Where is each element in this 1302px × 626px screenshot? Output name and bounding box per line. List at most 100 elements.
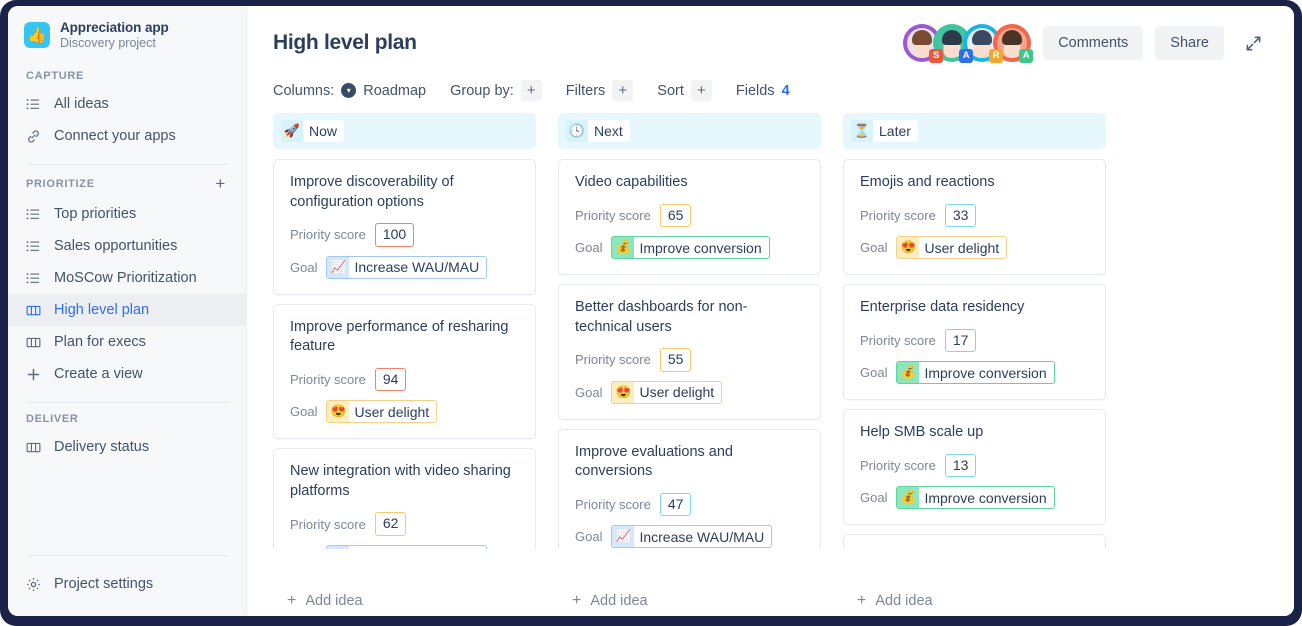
- expand-icon[interactable]: [1238, 28, 1268, 58]
- priority-score-value: 17: [945, 329, 977, 353]
- avatar-initial-badge: S: [929, 49, 943, 63]
- sidebar-item-label: Project settings: [54, 576, 153, 592]
- project-header[interactable]: 👍 Appreciation app Discovery project: [8, 6, 246, 60]
- filters-control[interactable]: Filters +: [566, 80, 633, 101]
- priority-score-label: Priority score: [290, 227, 366, 242]
- goal-emoji-icon: 💰: [897, 362, 919, 383]
- add-idea-button[interactable]: +Add idea: [273, 583, 536, 609]
- idea-card[interactable]: Improve discoverability of configuration…: [273, 159, 536, 295]
- column-cards: Improve discoverability of configuration…: [273, 159, 536, 549]
- idea-title: Explore viral growth loops: [860, 548, 1089, 549]
- idea-title: Improve discoverability of configuration…: [290, 173, 519, 212]
- sidebar-section-header: PRIORITIZE+: [8, 165, 246, 198]
- share-button[interactable]: Share: [1155, 26, 1224, 60]
- top-bar: High level plan SARA Comments Share: [247, 6, 1294, 66]
- idea-card[interactable]: Video capabilitiesPriority score65Goal💰I…: [558, 159, 821, 275]
- sort-add-icon[interactable]: +: [691, 80, 712, 101]
- goal-name: Increase WAU/MAU: [349, 259, 486, 275]
- sidebar-item-create-a-view[interactable]: Create a view: [8, 358, 246, 390]
- goal-row: Goal📈Increase WAU/MAU: [290, 545, 519, 549]
- sidebar-section-header: DELIVER: [8, 403, 246, 431]
- goal-label: Goal: [290, 260, 317, 275]
- board-column: 🚀Now Improve discoverability of configura…: [273, 113, 536, 549]
- priority-score-value: 13: [945, 454, 977, 478]
- sidebar-item-connect-your-apps[interactable]: Connect your apps: [8, 120, 246, 152]
- goal-chip: 💰Improve conversion: [611, 236, 769, 259]
- filters-add-icon[interactable]: +: [612, 80, 633, 101]
- goal-emoji-icon: 😍: [612, 382, 634, 403]
- goal-chip: 📈Increase WAU/MAU: [611, 525, 772, 548]
- idea-card[interactable]: Help SMB scale upPriority score13Goal💰Im…: [843, 409, 1106, 525]
- priority-score-value: 62: [375, 512, 407, 536]
- idea-card[interactable]: Better dashboards for non-technical user…: [558, 284, 821, 420]
- filter-bar: Columns: ▾ Roadmap Group by: + Filters +…: [247, 66, 1294, 113]
- idea-card[interactable]: Emojis and reactionsPriority score33Goal…: [843, 159, 1106, 275]
- sidebar-item-label: Delivery status: [54, 439, 149, 455]
- sort-control[interactable]: Sort +: [657, 80, 712, 101]
- comments-button[interactable]: Comments: [1043, 26, 1143, 60]
- group-by-control[interactable]: Group by: +: [450, 80, 542, 101]
- board: 🚀Now Improve discoverability of configura…: [247, 113, 1294, 549]
- collaborator-avatars[interactable]: SARA: [903, 24, 1031, 62]
- board-column: 🕓NextVideo capabilitiesPriority score65G…: [558, 113, 821, 549]
- goal-chip: 📈Increase WAU/MAU: [326, 256, 487, 279]
- main-content: High level plan SARA Comments Share Colu: [247, 6, 1294, 616]
- list-icon: [26, 207, 41, 222]
- priority-score-value: 33: [945, 204, 977, 228]
- priority-score-value: 47: [660, 493, 692, 517]
- sidebar-item-plan-for-execs[interactable]: Plan for execs: [8, 326, 246, 358]
- list-icon: [26, 271, 41, 286]
- priority-score-label: Priority score: [575, 352, 651, 367]
- columns-label: Columns:: [273, 83, 334, 99]
- priority-score-row: Priority score17: [860, 329, 1089, 353]
- sidebar-item-project-settings[interactable]: Project settings: [8, 568, 246, 600]
- sidebar-item-label: All ideas: [54, 96, 109, 112]
- goal-emoji-icon: 💰: [612, 237, 634, 258]
- column-chip: ⏳Later: [851, 120, 918, 142]
- column-header[interactable]: 🚀Now: [273, 113, 536, 149]
- goal-chip: 😍User delight: [611, 381, 722, 404]
- sidebar-item-sales-opportunities[interactable]: Sales opportunities: [8, 230, 246, 262]
- column-emoji-icon: 🕓: [566, 120, 588, 142]
- goal-name: User delight: [634, 384, 721, 400]
- column-header[interactable]: 🕓 Next: [558, 113, 821, 149]
- list-icon: [26, 239, 41, 254]
- project-logo-icon: 👍: [24, 22, 50, 48]
- sidebar-item-moscow-prioritization[interactable]: MoSCow Prioritization: [8, 262, 246, 294]
- gear-icon: [26, 577, 41, 592]
- idea-card[interactable]: Improve performance of resharing feature…: [273, 304, 536, 440]
- sidebar-item-label: Top priorities: [54, 206, 136, 222]
- sidebar-section-add-icon[interactable]: +: [215, 175, 228, 192]
- columns-control[interactable]: Columns: ▾ Roadmap: [273, 83, 426, 99]
- idea-title: Enterprise data residency: [860, 298, 1089, 318]
- sidebar-footer: Project settings: [8, 543, 246, 616]
- add-idea-button[interactable]: +Add idea: [558, 583, 821, 609]
- priority-score-row: Priority score 65: [575, 204, 804, 228]
- avatar-initial-badge: A: [1019, 49, 1033, 63]
- priority-score-value: 65: [660, 204, 692, 228]
- goal-name: Increase WAU/MAU: [634, 529, 771, 545]
- plus-icon: +: [857, 593, 866, 609]
- add-idea-cell: +Add idea: [273, 583, 536, 609]
- sidebar-section-title: DELIVER: [26, 413, 79, 425]
- sidebar-item-high-level-plan[interactable]: High level plan: [8, 294, 246, 326]
- priority-score-label: Priority score: [290, 372, 366, 387]
- goal-chip: 😍User delight: [896, 236, 1007, 259]
- idea-card[interactable]: Enterprise data residency Priority score1…: [843, 284, 1106, 400]
- fields-control[interactable]: Fields 4: [736, 83, 790, 99]
- sidebar-item-delivery-status[interactable]: Delivery status: [8, 431, 246, 463]
- avatar-hair: [1002, 30, 1022, 45]
- board-icon: [26, 303, 41, 318]
- priority-score-label: Priority score: [575, 208, 651, 223]
- column-name: Next: [594, 123, 623, 139]
- avatar-hair: [942, 30, 962, 45]
- group-by-add-icon[interactable]: +: [521, 80, 542, 101]
- add-idea-button[interactable]: +Add idea: [843, 583, 1106, 609]
- idea-card[interactable]: New integration with video sharing platf…: [273, 448, 536, 549]
- idea-card[interactable]: Improve evaluations and conversionsPrior…: [558, 429, 821, 549]
- column-header[interactable]: ⏳Later: [843, 113, 1106, 149]
- sidebar-item-all-ideas[interactable]: All ideas: [8, 88, 246, 120]
- columns-value: Roadmap: [363, 83, 426, 99]
- sidebar-item-top-priorities[interactable]: Top priorities: [8, 198, 246, 230]
- idea-card[interactable]: Explore viral growth loops: [843, 534, 1106, 549]
